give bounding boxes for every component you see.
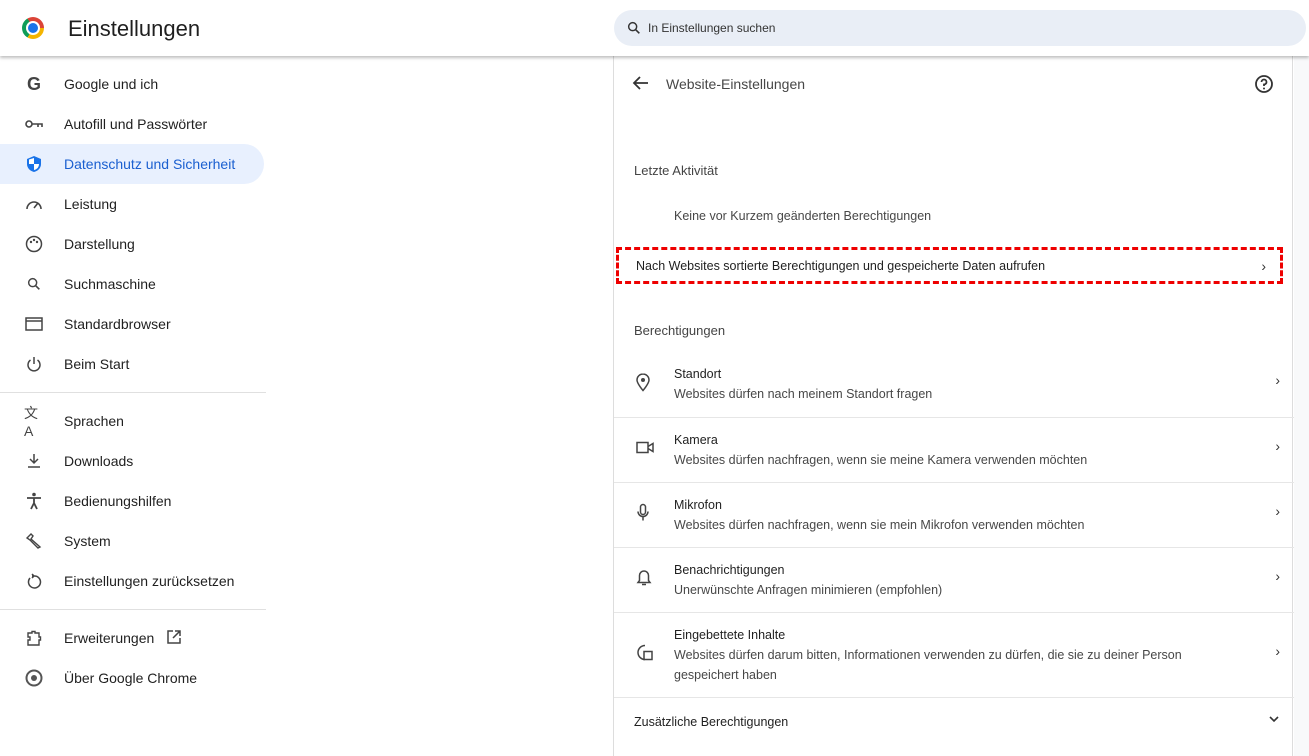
permission-title: Benachrichtigungen [674,563,785,577]
divider [0,609,266,610]
sidebar-item-google[interactable]: G Google und ich [0,64,266,104]
permission-subtitle: Websites dürfen nachfragen, wenn sie mei… [674,518,1085,532]
sidebar-item-extensions[interactable]: Erweiterungen [0,618,266,658]
permission-camera[interactable]: Kamera Websites dürfen nachfragen, wenn … [614,417,1294,482]
additional-permissions-label: Zusätzliche Berechtigungen [634,715,789,729]
permission-subtitle: Websites dürfen darum bitten, Informatio… [674,648,1182,682]
permission-title: Eingebettete Inhalte [674,628,786,642]
browser-icon [24,314,44,334]
chrome-icon [24,668,44,688]
external-link-icon [166,629,182,648]
chevron-right-icon: › [1275,503,1280,519]
sidebar-item-system[interactable]: System [0,521,266,561]
search-icon [24,274,44,294]
camera-icon [636,441,654,460]
permission-title: Mikrofon [674,498,722,512]
location-icon [636,372,650,396]
recent-activity-heading: Letzte Aktivität [634,163,718,178]
help-icon[interactable] [1254,74,1274,99]
chrome-logo-icon [22,17,44,39]
permission-subtitle: Unerwünschte Anfragen minimieren (empfoh… [674,583,943,597]
palette-icon [24,234,44,254]
chevron-right-icon: › [1275,643,1280,659]
sidebar-item-search-engine[interactable]: Suchmaschine [0,264,266,304]
search-icon [627,21,640,34]
key-icon [24,114,44,134]
search-placeholder: In Einstellungen suchen [648,21,776,35]
speedometer-icon [24,194,44,214]
download-icon [24,451,44,471]
sidebar-item-label: Google und ich [64,76,159,92]
google-icon: G [26,73,41,94]
permission-title: Standort [674,367,722,381]
sidebar-item-label: Datenschutz und Sicherheit [64,156,236,172]
chevron-right-icon: › [1275,438,1280,454]
chevron-down-icon [1268,712,1280,728]
recent-activity-empty: Keine vor Kurzem geänderten Berechtigung… [674,209,932,223]
shield-icon [24,154,44,174]
page-title: Einstellungen [68,16,201,41]
permission-subtitle: Websites dürfen nachfragen, wenn sie mei… [674,453,1088,467]
power-icon [24,354,44,374]
sidebar-item-label: Einstellungen zurücksetzen [64,573,235,589]
sidebar-item-label: Autofill und Passwörter [64,116,208,132]
sidebar-item-label: Erweiterungen [64,630,155,646]
sidebar-item-label: Downloads [64,453,134,469]
wrench-icon [24,531,44,551]
chevron-right-icon: › [1275,568,1280,584]
extension-icon [24,628,44,648]
background [1294,56,1309,756]
chevron-right-icon: › [1275,372,1280,388]
permission-title: Kamera [674,433,718,447]
permission-embedded-content[interactable]: Eingebettete Inhalte Websites dürfen dar… [614,612,1294,697]
view-permissions-by-site-link[interactable]: Nach Websites sortierte Berechtigungen u… [616,247,1283,284]
sidebar-item-label: Darstellung [64,236,135,252]
sidebar-item-on-startup[interactable]: Beim Start [0,344,266,384]
sidebar-item-appearance[interactable]: Darstellung [0,224,266,264]
sidebar-item-label: Leistung [64,196,117,212]
permissions-heading: Berechtigungen [634,323,726,338]
sidebar-item-downloads[interactable]: Downloads [0,441,266,481]
header: Einstellungen In Einstellungen suchen [0,0,1309,56]
sidebar-item-accessibility[interactable]: Bedienungshilfen [0,481,266,521]
microphone-icon [636,503,650,527]
sidebar-item-autofill[interactable]: Autofill und Passwörter [0,104,266,144]
sidebar-item-privacy[interactable]: Datenschutz und Sicherheit [0,144,264,184]
link-label: Nach Websites sortierte Berechtigungen u… [636,258,1046,273]
translate-icon: 文A [24,405,38,439]
accessibility-icon [24,491,44,511]
embedded-content-icon [636,644,654,667]
sidebar-item-about[interactable]: Über Google Chrome [0,658,266,698]
additional-permissions-toggle[interactable]: Zusätzliche Berechtigungen [614,697,1294,747]
permission-notifications[interactable]: Benachrichtigungen Unerwünschte Anfragen… [614,547,1294,612]
sidebar: G Google und ich Autofill und Passwörter … [0,64,266,698]
card-title: Website-Einstellungen [666,76,806,92]
sidebar-item-label: Bedienungshilfen [64,493,172,509]
reset-icon [24,571,44,591]
sidebar-item-performance[interactable]: Leistung [0,184,266,224]
bell-icon [636,569,652,592]
permission-microphone[interactable]: Mikrofon Websites dürfen nachfragen, wen… [614,482,1294,547]
sidebar-item-reset[interactable]: Einstellungen zurücksetzen [0,561,266,601]
sidebar-item-label: Standardbrowser [64,316,171,332]
sidebar-item-label: Über Google Chrome [64,670,198,686]
permission-location[interactable]: Standort Websites dürfen nach meinem Sta… [614,352,1294,417]
search-input[interactable]: In Einstellungen suchen [614,10,1306,46]
sidebar-item-label: Suchmaschine [64,276,156,292]
card-header: Website-Einstellungen [614,74,1292,94]
sidebar-item-languages[interactable]: 文A Sprachen [0,401,266,441]
sidebar-item-label: Sprachen [64,413,124,429]
chevron-right-icon: › [1261,257,1266,274]
sidebar-item-label: Beim Start [64,356,130,372]
back-arrow-icon[interactable] [632,74,650,97]
sidebar-item-label: System [64,533,111,549]
site-settings-card: Website-Einstellungen Letzte Aktivität K… [613,56,1294,756]
divider [0,392,266,393]
permission-subtitle: Websites dürfen nach meinem Standort fra… [674,387,933,401]
sidebar-item-default-browser[interactable]: Standardbrowser [0,304,266,344]
